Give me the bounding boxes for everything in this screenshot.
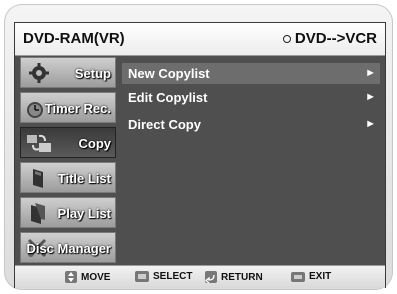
sidebar-item-label: Disc Manager [26,241,111,256]
move-hint-label: MOVE [81,271,111,283]
menu-item-label: New Copylist [128,66,210,81]
menu-item-label: Edit Copylist [128,90,208,105]
sidebar-item-setup[interactable]: Setup [20,57,116,88]
main-menu-sidebar: Setup Timer Rec. Copy Title List Play Li… [20,57,116,263]
arrow-right-icon: ► [365,67,376,79]
enter-button-icon [135,271,149,282]
sidebar-item-copy[interactable]: Copy [20,127,116,158]
sidebar-item-label: Timer Rec. [44,101,111,116]
button-guide-bar: MOVE SELECT RETURN EXIT [15,265,385,288]
sidebar-item-title-list[interactable]: Title List [20,162,116,193]
sidebar-item-timer-rec[interactable]: Timer Rec. [20,92,116,123]
menu-item-label: Direct Copy [128,117,201,132]
exit-hint: EXIT [291,271,331,282]
move-arrows-icon [65,271,77,283]
menu-item-new-copylist[interactable]: New Copylist ► [122,63,380,84]
move-hint: MOVE [65,271,110,283]
osd-screen: DVD-RAM(VR) DVD-->VCR Setup Timer Rec. C… [14,22,386,288]
arrow-right-icon: ► [365,91,376,103]
menu-item-direct-copy[interactable]: Direct Copy ► [122,114,380,135]
sidebar-item-label: Play List [57,206,111,221]
return-hint-label: RETURN [221,271,263,283]
return-hint: RETURN [205,271,263,283]
copy-icon [27,134,51,152]
exit-hint-label: EXIT [309,271,332,282]
select-hint-label: SELECT [153,271,193,282]
sidebar-item-disc-manager[interactable]: Disc Manager [20,232,116,263]
dub-direction-label: DVD-->VCR [294,30,377,47]
play-list-icon [31,203,45,224]
sidebar-item-label: Copy [78,136,112,151]
title-list-icon [33,169,43,188]
menu-item-edit-copylist[interactable]: Edit Copylist ► [122,87,380,108]
sidebar-item-label: Setup [74,66,111,81]
select-hint: SELECT [135,271,192,282]
indicator-ring-icon [282,34,291,43]
sidebar-item-play-list[interactable]: Play List [20,197,116,228]
exit-button-icon [291,271,305,282]
disc-mode-label: DVD-RAM(VR) [23,30,125,47]
return-icon [205,271,217,283]
title-bar: DVD-RAM(VR) DVD-->VCR [15,23,385,56]
arrow-right-icon: ► [365,118,376,130]
dub-direction-indicator: DVD-->VCR [282,30,377,47]
sidebar-item-label: Title List [57,171,111,186]
gear-icon [29,63,49,83]
